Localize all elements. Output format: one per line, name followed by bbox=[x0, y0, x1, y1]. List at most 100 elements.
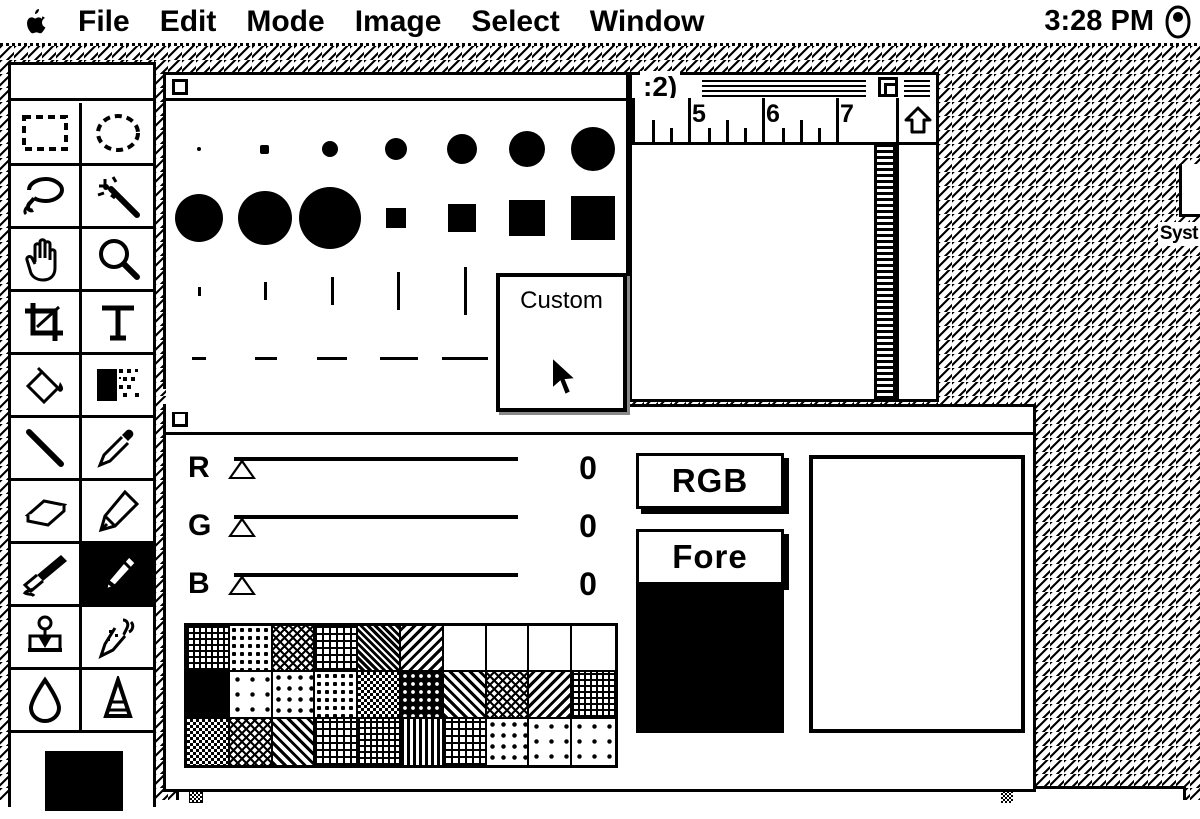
application-menu-icon[interactable] bbox=[1164, 4, 1192, 39]
menu-edit[interactable]: Edit bbox=[160, 6, 217, 37]
red-slider[interactable] bbox=[228, 445, 518, 491]
custom-brush-panel[interactable]: Custom bbox=[496, 273, 627, 412]
brush-swatch[interactable] bbox=[432, 267, 499, 315]
horizontal-ruler[interactable]: 5 6 7 bbox=[632, 98, 936, 145]
pattern-swatch[interactable] bbox=[358, 626, 401, 673]
airbrush-tool[interactable] bbox=[11, 544, 82, 607]
brush-swatch[interactable] bbox=[299, 277, 366, 305]
hand-tool[interactable] bbox=[11, 229, 82, 292]
pattern-swatch[interactable] bbox=[315, 718, 359, 765]
slider-thumb[interactable] bbox=[228, 517, 256, 537]
green-slider[interactable] bbox=[228, 503, 518, 549]
brush-swatch[interactable] bbox=[429, 204, 495, 232]
pencil-tool[interactable] bbox=[82, 481, 153, 544]
desktop-icon[interactable] bbox=[1179, 164, 1200, 217]
lasso-tool[interactable] bbox=[11, 166, 82, 229]
brush-swatch[interactable] bbox=[166, 286, 233, 296]
sharpen-tool[interactable] bbox=[82, 670, 153, 733]
brush-swatch[interactable] bbox=[363, 138, 429, 160]
resize-icon[interactable] bbox=[1001, 791, 1013, 803]
pattern-swatch[interactable] bbox=[486, 718, 530, 765]
pattern-swatch[interactable] bbox=[272, 718, 316, 765]
pattern-swatch[interactable] bbox=[529, 626, 573, 673]
pattern-swatch[interactable] bbox=[443, 626, 487, 673]
menu-file[interactable]: File bbox=[78, 6, 130, 37]
pattern-swatch[interactable] bbox=[572, 672, 615, 719]
brush-swatch[interactable] bbox=[233, 356, 300, 360]
brush-swatch[interactable] bbox=[560, 196, 626, 240]
pattern-swatch[interactable] bbox=[529, 672, 573, 719]
rectangular-marquee-tool[interactable] bbox=[11, 103, 82, 166]
brush-swatch[interactable] bbox=[495, 200, 561, 236]
color-model-button[interactable]: RGB bbox=[636, 453, 784, 509]
slider-thumb[interactable] bbox=[228, 575, 256, 595]
brush-swatch[interactable] bbox=[432, 356, 499, 360]
document-canvas[interactable] bbox=[632, 145, 870, 399]
slider-thumb[interactable] bbox=[228, 459, 256, 479]
pattern-swatch[interactable] bbox=[443, 718, 487, 765]
toolbox-title-bar[interactable] bbox=[11, 65, 153, 101]
zoom-tool[interactable] bbox=[82, 229, 153, 292]
smudge-tool[interactable] bbox=[82, 607, 153, 670]
blue-slider[interactable] bbox=[228, 561, 518, 607]
pattern-swatch[interactable] bbox=[187, 672, 230, 719]
current-color-swatch[interactable] bbox=[636, 583, 784, 733]
color-picker-field[interactable] bbox=[809, 455, 1025, 733]
pattern-swatch[interactable] bbox=[229, 672, 273, 719]
pattern-swatch[interactable] bbox=[486, 626, 530, 673]
brush-swatch[interactable] bbox=[233, 282, 300, 300]
pattern-swatch[interactable] bbox=[400, 718, 444, 765]
brushes-title-bar[interactable] bbox=[166, 75, 626, 101]
pattern-swatch[interactable] bbox=[529, 718, 573, 765]
type-tool[interactable] bbox=[82, 292, 153, 355]
pattern-swatch[interactable] bbox=[187, 718, 230, 765]
foreground-color-swatch[interactable] bbox=[45, 751, 123, 811]
crop-tool[interactable] bbox=[11, 292, 82, 355]
brush-swatch[interactable] bbox=[232, 191, 298, 245]
pattern-swatch[interactable] bbox=[400, 626, 444, 673]
elliptical-marquee-tool[interactable] bbox=[82, 103, 153, 166]
line-tool[interactable] bbox=[11, 418, 82, 481]
pattern-swatch[interactable] bbox=[400, 672, 444, 719]
rubber-stamp-tool[interactable] bbox=[11, 607, 82, 670]
pattern-swatch[interactable] bbox=[486, 672, 530, 719]
pattern-swatch[interactable] bbox=[272, 626, 316, 673]
menu-select[interactable]: Select bbox=[471, 6, 559, 37]
eyedropper-tool[interactable] bbox=[82, 418, 153, 481]
brushes-palette[interactable]: Custom bbox=[163, 72, 629, 412]
paint-bucket-tool[interactable] bbox=[11, 355, 82, 418]
menu-mode[interactable]: Mode bbox=[246, 6, 324, 37]
pattern-swatch[interactable] bbox=[572, 718, 615, 765]
pattern-swatch[interactable] bbox=[315, 626, 359, 673]
colors-palette[interactable]: R 0 G 0 B 0 RGB Fore bbox=[163, 404, 1036, 792]
brush-swatch[interactable] bbox=[166, 194, 232, 242]
brush-swatch[interactable] bbox=[366, 356, 433, 360]
pattern-swatch[interactable] bbox=[572, 626, 615, 673]
brush-swatch[interactable] bbox=[363, 208, 429, 228]
gradient-tool[interactable] bbox=[82, 355, 153, 418]
menu-window[interactable]: Window bbox=[590, 6, 705, 37]
toolbox-palette[interactable] bbox=[8, 62, 156, 819]
pattern-swatch[interactable] bbox=[229, 718, 273, 765]
brush-swatch[interactable] bbox=[297, 141, 363, 157]
pattern-swatch[interactable] bbox=[272, 672, 316, 719]
pattern-swatch[interactable] bbox=[187, 626, 230, 673]
document-window[interactable]: :2) 5 6 7 bbox=[629, 71, 939, 402]
brush-swatch[interactable] bbox=[495, 131, 561, 167]
menu-image[interactable]: Image bbox=[355, 6, 442, 37]
magic-wand-tool[interactable] bbox=[82, 166, 153, 229]
pattern-swatch[interactable] bbox=[443, 672, 487, 719]
brush-swatch[interactable] bbox=[297, 187, 363, 249]
vertical-ruler[interactable] bbox=[874, 145, 896, 399]
vertical-scrollbar[interactable] bbox=[896, 98, 936, 399]
close-icon[interactable] bbox=[172, 79, 188, 95]
zoom-box-button[interactable] bbox=[878, 77, 898, 97]
close-icon[interactable] bbox=[172, 411, 188, 427]
brush-swatch[interactable] bbox=[560, 127, 626, 171]
paintbrush-tool[interactable] bbox=[82, 544, 153, 607]
foreground-background-button[interactable]: Fore bbox=[636, 529, 784, 585]
brush-swatch[interactable] bbox=[232, 144, 298, 154]
brush-swatch[interactable] bbox=[299, 356, 366, 360]
brush-swatch[interactable] bbox=[166, 147, 232, 151]
apple-logo-icon[interactable] bbox=[22, 7, 48, 37]
